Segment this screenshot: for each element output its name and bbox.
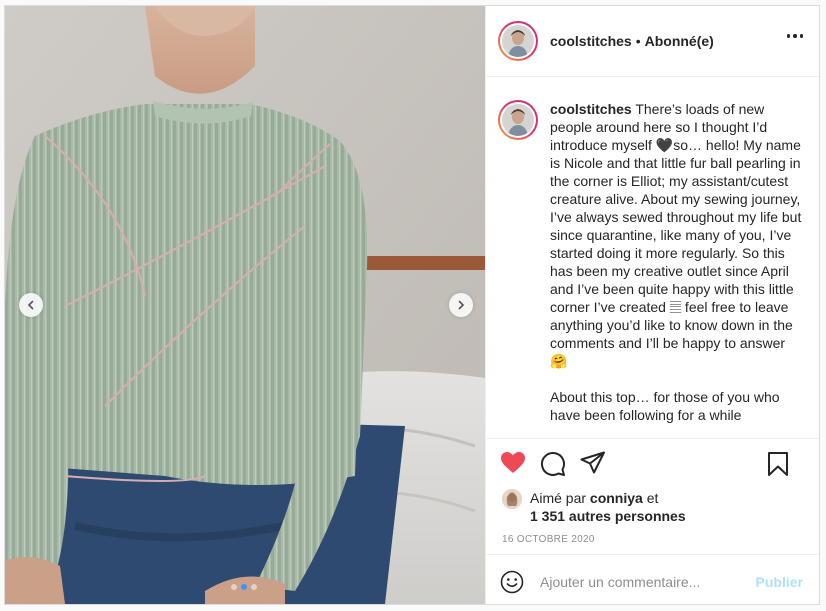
- carousel-dot: [231, 584, 237, 590]
- publish-button[interactable]: Publier: [756, 574, 803, 590]
- caption-paragraph: coolstitches There’s loads of new people…: [550, 100, 803, 370]
- follow-status-button[interactable]: Abonné(e): [645, 33, 714, 49]
- chevron-left-icon: [27, 300, 34, 310]
- post-media[interactable]: [5, 6, 485, 604]
- heart-filled-icon[interactable]: [500, 451, 526, 475]
- bookmark-icon[interactable]: [766, 451, 790, 477]
- post-header: coolstitches • Abonné(e): [486, 6, 819, 77]
- comment-icon[interactable]: [540, 451, 566, 477]
- chevron-right-icon: [458, 300, 465, 310]
- caption-avatar[interactable]: [498, 100, 538, 140]
- header-separator: •: [635, 33, 641, 49]
- share-icon[interactable]: [580, 451, 606, 475]
- avatar-image: [502, 489, 522, 509]
- carousel-dot: [251, 584, 257, 590]
- post-side-panel: coolstitches • Abonné(e) coolstitches Th…: [485, 6, 819, 604]
- smiley-icon[interactable]: [500, 570, 524, 594]
- liker-username[interactable]: conniya: [590, 490, 643, 506]
- carousel-prev-button[interactable]: [19, 293, 43, 317]
- post-photo: [5, 6, 485, 604]
- likes-summary: Aimé par conniya et 1 351 autres personn…: [502, 489, 686, 525]
- comment-form: Publier: [486, 554, 819, 609]
- liker-avatar[interactable]: [502, 489, 522, 509]
- avatar-image: [502, 25, 534, 57]
- likes-count-link[interactable]: 1 351 autres personnes: [530, 508, 686, 524]
- post-actions: Aimé par conniya et 1 351 autres personn…: [486, 438, 819, 608]
- caption-username[interactable]: coolstitches: [550, 101, 632, 117]
- likes-connector: et: [646, 490, 659, 506]
- avatar[interactable]: [498, 21, 538, 61]
- more-options-icon[interactable]: [786, 34, 803, 38]
- caption-paragraph: About this top… for those of you who hav…: [550, 389, 780, 423]
- caption: coolstitches There’s loads of new people…: [550, 100, 803, 438]
- post-date[interactable]: 16 OCTOBRE 2020: [502, 534, 595, 545]
- header-username[interactable]: coolstitches: [550, 33, 632, 49]
- post-card: coolstitches • Abonné(e) coolstitches Th…: [4, 5, 820, 605]
- likes-prefix: Aimé par: [530, 490, 587, 506]
- avatar-image: [502, 104, 534, 136]
- carousel-indicator: [231, 584, 257, 590]
- likes-text: Aimé par conniya et 1 351 autres personn…: [530, 489, 686, 525]
- caption-scroll-area[interactable]: coolstitches There’s loads of new people…: [486, 78, 819, 438]
- action-icons: [500, 451, 810, 477]
- carousel-next-button[interactable]: [449, 293, 473, 317]
- carousel-dot-active: [241, 584, 247, 590]
- comment-input[interactable]: [540, 574, 740, 590]
- caption-text-1: There’s loads of new people around here …: [550, 101, 802, 369]
